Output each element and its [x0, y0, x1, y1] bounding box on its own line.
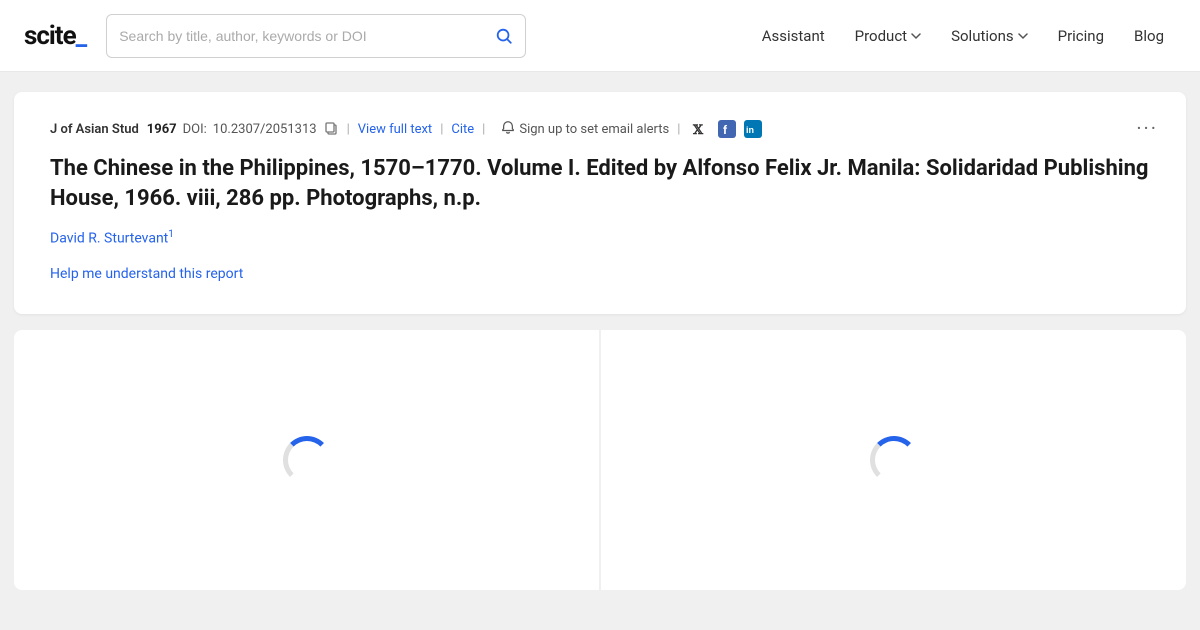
nav-item-blog[interactable]: Blog: [1122, 19, 1176, 53]
search-input[interactable]: [119, 28, 489, 44]
loading-spinner-right: [870, 436, 918, 484]
copy-icon: [325, 122, 339, 136]
more-options-button[interactable]: ···: [1136, 116, 1158, 140]
social-icons: 𝕏 f in: [692, 120, 762, 138]
chevron-down-icon: [911, 31, 921, 41]
article-title: The Chinese in the Philippines, 1570–177…: [50, 154, 1150, 213]
article-author[interactable]: David R. Sturtevant1: [50, 229, 1150, 247]
logo-underscore: _: [76, 21, 87, 51]
linkedin-icon[interactable]: in: [744, 120, 762, 138]
copy-doi-button[interactable]: [325, 122, 339, 136]
doi-label: DOI:: [183, 122, 207, 137]
search-bar[interactable]: [106, 14, 526, 58]
meta-row: J of Asian Stud 1967 DOI: 10.2307/205131…: [50, 120, 1150, 138]
logo[interactable]: scite_: [24, 21, 86, 51]
svg-text:in: in: [746, 125, 754, 135]
header: scite_ Assistant Product Solutions Prici…: [0, 0, 1200, 72]
main-content: ··· J of Asian Stud 1967 DOI: 10.2307/20…: [0, 72, 1200, 630]
loading-panel-left: [14, 330, 601, 590]
facebook-icon[interactable]: f: [718, 120, 736, 138]
sign-up-text: Sign up to set email alerts: [519, 122, 669, 137]
nav-item-pricing[interactable]: Pricing: [1046, 19, 1116, 53]
nav-item-solutions[interactable]: Solutions: [939, 19, 1040, 53]
loading-spinner-left: [283, 436, 331, 484]
chevron-down-icon: [1018, 31, 1028, 41]
separator: |: [677, 122, 680, 137]
journal-label: J of Asian Stud: [50, 122, 139, 137]
cite-link[interactable]: Cite: [451, 122, 474, 137]
separator: |: [347, 122, 350, 137]
nav-item-assistant[interactable]: Assistant: [750, 19, 837, 53]
doi-value: 10.2307/2051313: [213, 122, 317, 137]
nav-item-product[interactable]: Product: [843, 19, 933, 53]
help-link[interactable]: Help me understand this report: [50, 266, 243, 282]
logo-text: scite: [24, 21, 76, 51]
search-icon: [495, 27, 513, 45]
nav: Assistant Product Solutions Pricing Blog: [750, 19, 1176, 53]
twitter-icon[interactable]: 𝕏: [692, 120, 710, 138]
svg-text:𝕏: 𝕏: [692, 122, 704, 137]
year-label: 1967: [147, 122, 177, 137]
article-card: ··· J of Asian Stud 1967 DOI: 10.2307/20…: [14, 92, 1186, 314]
loading-row: [14, 330, 1186, 590]
separator: |: [482, 122, 485, 137]
loading-panel-right: [601, 330, 1186, 590]
view-full-text-link[interactable]: View full text: [358, 122, 432, 137]
bell-icon: [501, 120, 515, 138]
separator: |: [440, 122, 443, 137]
